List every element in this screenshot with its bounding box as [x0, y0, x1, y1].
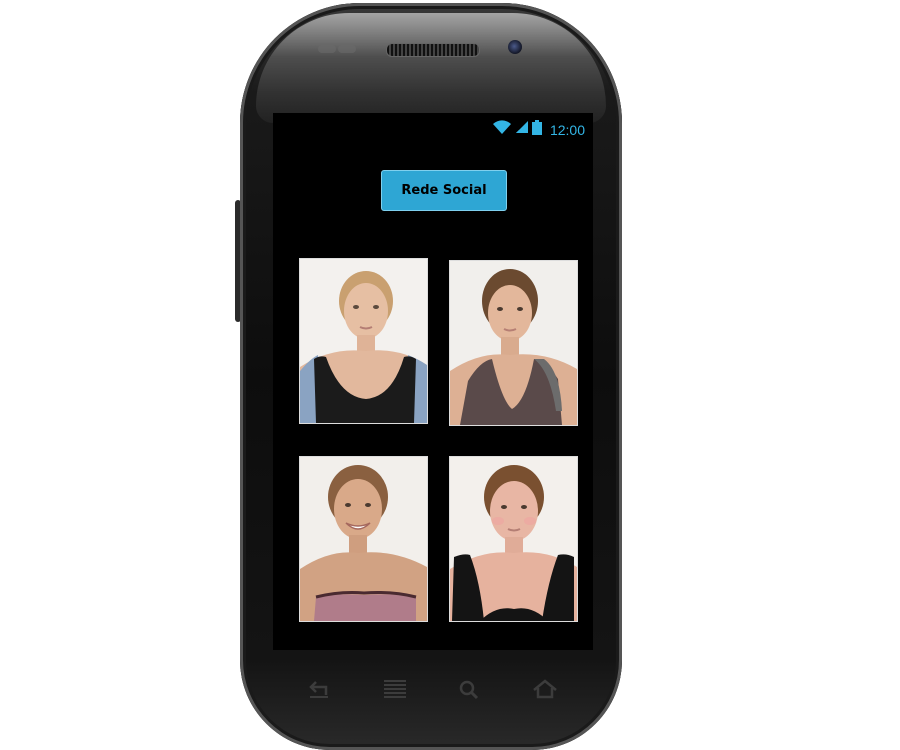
photo-1[interactable] — [299, 258, 428, 424]
photo-2[interactable] — [449, 260, 578, 426]
rede-social-button[interactable]: Rede Social — [381, 170, 507, 211]
signal-icon — [515, 120, 529, 139]
front-camera — [508, 40, 522, 54]
phone-device-frame: 12:00 Rede Social — [240, 3, 622, 750]
phone-screen: 12:00 Rede Social — [273, 113, 593, 650]
status-bar: 12:00 — [273, 113, 593, 143]
proximity-sensor — [318, 45, 336, 53]
hardware-nav-keys — [240, 667, 622, 717]
phone-gloss — [256, 13, 606, 123]
battery-icon — [531, 119, 542, 140]
home-icon[interactable] — [530, 677, 560, 703]
photo-3[interactable] — [299, 456, 428, 622]
wifi-icon — [492, 119, 512, 140]
menu-icon[interactable] — [380, 677, 410, 703]
earpiece-speaker — [386, 43, 480, 57]
photo-4[interactable] — [449, 456, 578, 622]
status-clock: 12:00 — [549, 121, 585, 138]
search-icon[interactable] — [454, 677, 484, 703]
light-sensor — [338, 45, 356, 53]
back-icon[interactable] — [304, 677, 334, 703]
